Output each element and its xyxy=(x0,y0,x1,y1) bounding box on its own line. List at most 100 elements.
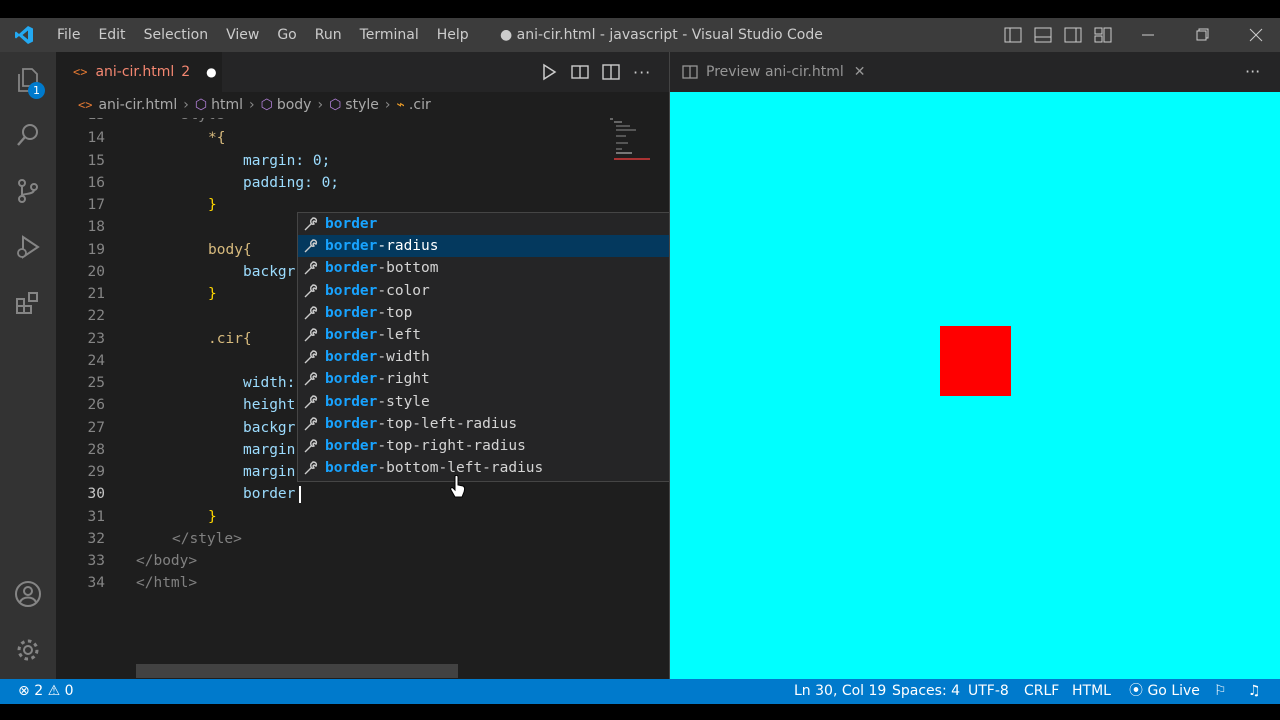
suggestion-match: border xyxy=(325,304,378,321)
code-text: <style> xyxy=(172,118,233,126)
menu-file[interactable]: File xyxy=(48,18,89,52)
feedback-icon[interactable]: ⚐ xyxy=(1214,679,1227,704)
preview-red-square xyxy=(940,326,1011,396)
problems-indicator[interactable]: ⊗ 2 ⚠ 0 xyxy=(18,679,74,704)
menu-run[interactable]: Run xyxy=(306,18,351,52)
text-cursor xyxy=(299,486,301,503)
breadcrumb-chevron-icon: › xyxy=(183,97,189,113)
toggle-panel-icon[interactable] xyxy=(1034,27,1052,43)
status-bar: ⊗ 2 ⚠ 0 Ln 30, Col 19 Spaces: 4 UTF-8 CR… xyxy=(0,679,1280,704)
suggestion-match: border xyxy=(325,349,378,366)
indentation[interactable]: Spaces: 4 xyxy=(892,679,960,704)
close-tab-icon[interactable]: ✕ xyxy=(854,64,866,80)
breadcrumb-body[interactable]: body xyxy=(277,97,312,113)
settings-gear-icon[interactable] xyxy=(14,636,42,664)
activity-bar: 1 xyxy=(0,52,56,679)
go-live-label: Go Live xyxy=(1147,683,1200,699)
tab-ani-cir-html[interactable]: <> ani-cir.html 2 ● xyxy=(56,52,222,92)
minimap[interactable] xyxy=(610,118,655,168)
run-file-icon[interactable] xyxy=(540,63,558,81)
line-number: 30 xyxy=(87,486,105,502)
restore-icon[interactable] xyxy=(1194,27,1210,43)
menu-view[interactable]: View xyxy=(217,18,268,52)
breadcrumb-cir[interactable]: .cir xyxy=(409,97,431,113)
menu-selection[interactable]: Selection xyxy=(135,18,218,52)
breadcrumb-html[interactable]: html xyxy=(211,97,243,113)
cursor-position[interactable]: Ln 30, Col 19 xyxy=(794,679,886,704)
suggestion-rest: -right xyxy=(377,371,430,388)
run-debug-icon[interactable] xyxy=(14,233,42,261)
customize-layout-icon[interactable] xyxy=(1094,27,1112,43)
suggestion-match: border xyxy=(325,438,378,454)
property-wrench-icon xyxy=(304,217,318,231)
breadcrumb-file[interactable]: ani-cir.html xyxy=(98,97,177,113)
suggestion-match: border xyxy=(325,216,378,232)
line-number: 33 xyxy=(87,553,105,569)
code-text: margin: 0; xyxy=(243,153,331,169)
menu-help[interactable]: Help xyxy=(428,18,478,52)
toggle-secondary-sidebar-icon[interactable] xyxy=(1064,27,1082,43)
editor-actions: ··· xyxy=(540,52,651,92)
notifications-bell-icon[interactable]: ♫ xyxy=(1248,679,1261,704)
suggestion-match: border xyxy=(325,371,378,388)
source-control-icon[interactable] xyxy=(14,177,42,205)
layout-controls xyxy=(1004,18,1112,52)
symbol-icon: ⬡ xyxy=(194,97,208,113)
search-icon[interactable] xyxy=(14,121,42,149)
title-bar: File Edit Selection View Go Run Terminal… xyxy=(0,18,1280,52)
line-number: 25 xyxy=(87,375,105,391)
tab-preview[interactable]: Preview ani-cir.html ✕ xyxy=(670,52,870,92)
encoding[interactable]: UTF-8 xyxy=(968,679,1009,704)
tab-problem-count: 2 xyxy=(181,64,191,80)
suggestion-rest: -top-left-radius xyxy=(377,415,518,432)
line-number: 28 xyxy=(87,442,105,458)
end-of-line[interactable]: CRLF xyxy=(1024,679,1059,704)
menu-edit[interactable]: Edit xyxy=(89,18,134,52)
more-actions-icon[interactable]: ··· xyxy=(1245,62,1260,81)
breadcrumb-style[interactable]: style xyxy=(345,97,379,113)
code-text: backgr xyxy=(243,420,296,436)
breadcrumb-chevron-icon: › xyxy=(248,97,255,113)
suggestion-rest: -top-right-radius xyxy=(377,438,526,454)
broadcast-icon: ⦿ xyxy=(1129,683,1143,699)
close-window-icon[interactable] xyxy=(1248,27,1264,43)
code-text: } xyxy=(208,197,217,213)
suggestion-match: border xyxy=(325,282,378,299)
menu-terminal[interactable]: Terminal xyxy=(351,18,428,52)
breadcrumb-chevron-icon: › xyxy=(384,97,391,113)
menu-go[interactable]: Go xyxy=(268,18,305,52)
suggestion-rest: -style xyxy=(377,393,430,410)
breadcrumb-chevron-icon: › xyxy=(317,97,324,113)
split-editor-icon[interactable] xyxy=(602,63,620,81)
account-icon[interactable] xyxy=(14,580,42,608)
minimize-icon[interactable] xyxy=(1140,27,1156,43)
line-number: 34 xyxy=(87,575,105,591)
property-wrench-icon xyxy=(304,417,318,431)
line-number: 20 xyxy=(87,264,105,280)
suggestion-match: border xyxy=(325,393,378,410)
open-preview-icon[interactable] xyxy=(571,63,589,81)
code-text: padding: 0; xyxy=(243,175,340,191)
more-actions-icon[interactable]: ··· xyxy=(633,63,651,82)
property-wrench-icon xyxy=(304,439,318,453)
line-number: 19 xyxy=(87,242,105,258)
horizontal-scrollbar[interactable] xyxy=(136,664,458,678)
window-title: ● ani-cir.html - javascript - Visual Stu… xyxy=(500,27,823,43)
line-number: 22 xyxy=(87,308,105,324)
property-wrench-icon xyxy=(304,283,318,298)
toggle-sidebar-icon[interactable] xyxy=(1004,27,1022,43)
line-number: 16 xyxy=(87,175,105,191)
property-wrench-icon xyxy=(304,306,318,320)
property-wrench-icon xyxy=(304,328,318,342)
symbol-icon: ⬡ xyxy=(260,97,273,113)
extensions-icon[interactable] xyxy=(14,289,42,317)
symbol-icon: ⬡ xyxy=(329,97,342,113)
line-number: 24 xyxy=(87,353,105,369)
language-mode[interactable]: HTML xyxy=(1072,679,1111,704)
go-live-button[interactable]: ⦿ Go Live xyxy=(1129,679,1200,704)
unsaved-dot-icon[interactable]: ● xyxy=(206,65,216,79)
line-number: 15 xyxy=(87,153,105,169)
preview-icon xyxy=(682,65,698,79)
suggestion-rest: -bottom xyxy=(377,260,439,277)
line-number: 29 xyxy=(87,464,105,480)
